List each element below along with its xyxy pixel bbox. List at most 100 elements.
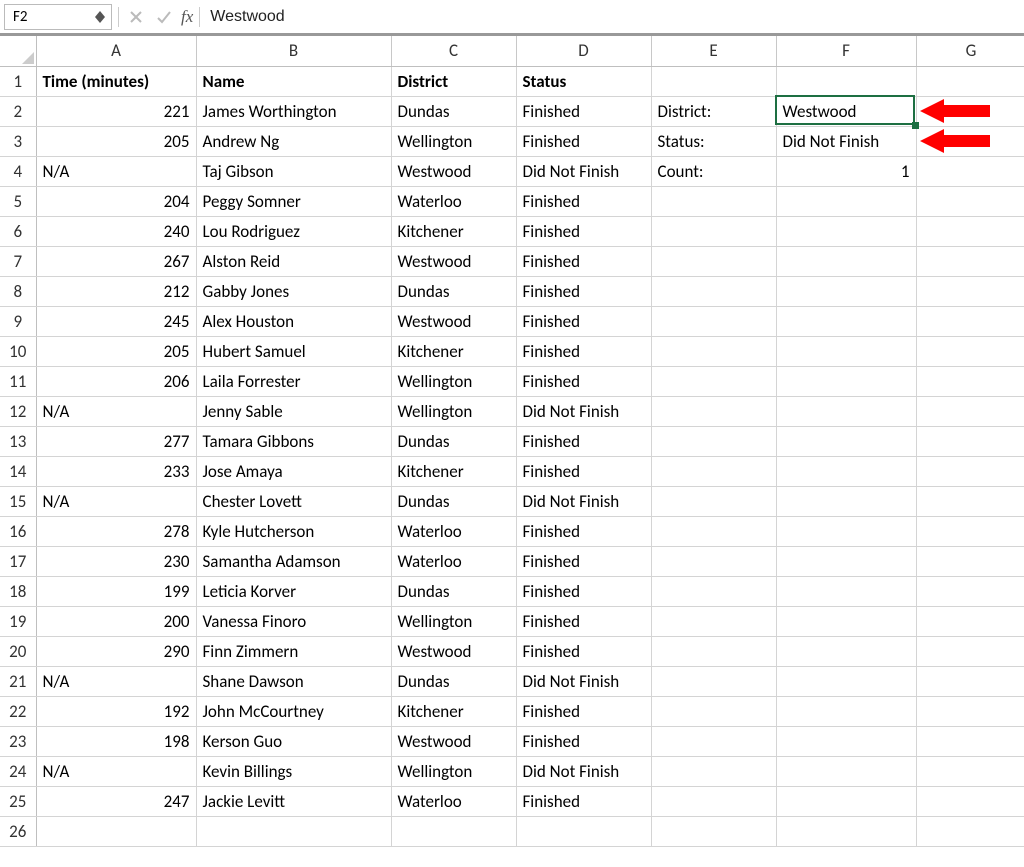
cell-E25[interactable] [651, 786, 776, 816]
cell-G25[interactable] [916, 786, 1024, 816]
cell-F14[interactable] [776, 456, 916, 486]
cell-C17[interactable]: Waterloo [391, 546, 516, 576]
cell-F5[interactable] [776, 186, 916, 216]
cell-E23[interactable] [651, 726, 776, 756]
col-header-E[interactable]: E [651, 36, 776, 66]
cell-E16[interactable] [651, 516, 776, 546]
cell-F8[interactable] [776, 276, 916, 306]
cell-C8[interactable]: Dundas [391, 276, 516, 306]
cell-D7[interactable]: Finished [516, 246, 651, 276]
cell-F3[interactable]: Did Not Finish [776, 126, 916, 156]
cell-C3[interactable]: Wellington [391, 126, 516, 156]
cell-G17[interactable] [916, 546, 1024, 576]
row-header[interactable]: 16 [0, 516, 36, 546]
cell-A13[interactable]: 277 [36, 426, 196, 456]
cell-E17[interactable] [651, 546, 776, 576]
cell-B5[interactable]: Peggy Somner [196, 186, 391, 216]
cell-E21[interactable] [651, 666, 776, 696]
cell-A21[interactable]: N/A [36, 666, 196, 696]
cell-B17[interactable]: Samantha Adamson [196, 546, 391, 576]
cell-A15[interactable]: N/A [36, 486, 196, 516]
cell-B8[interactable]: Gabby Jones [196, 276, 391, 306]
cell-B10[interactable]: Hubert Samuel [196, 336, 391, 366]
cell-G6[interactable] [916, 216, 1024, 246]
cell-B24[interactable]: Kevin Billings [196, 756, 391, 786]
row-header[interactable]: 19 [0, 606, 36, 636]
cell-C16[interactable]: Waterloo [391, 516, 516, 546]
row-header[interactable]: 10 [0, 336, 36, 366]
cell-C22[interactable]: Kitchener [391, 696, 516, 726]
cell-G9[interactable] [916, 306, 1024, 336]
cell-C19[interactable]: Wellington [391, 606, 516, 636]
cell-C9[interactable]: Westwood [391, 306, 516, 336]
name-box-spinner[interactable] [95, 11, 105, 23]
cell-G14[interactable] [916, 456, 1024, 486]
cell-E18[interactable] [651, 576, 776, 606]
cell-D14[interactable]: Finished [516, 456, 651, 486]
cell-A14[interactable]: 233 [36, 456, 196, 486]
cell-E8[interactable] [651, 276, 776, 306]
cell-C5[interactable]: Waterloo [391, 186, 516, 216]
cell-C10[interactable]: Kitchener [391, 336, 516, 366]
cell-D4[interactable]: Did Not Finish [516, 156, 651, 186]
cell-B25[interactable]: Jackie Levitt [196, 786, 391, 816]
cell-F16[interactable] [776, 516, 916, 546]
cell-B3[interactable]: Andrew Ng [196, 126, 391, 156]
cell-F20[interactable] [776, 636, 916, 666]
col-header-B[interactable]: B [196, 36, 391, 66]
cell-E2[interactable]: District: [651, 96, 776, 126]
cell-A1[interactable]: Time (minutes) [36, 66, 196, 96]
cell-A4[interactable]: N/A [36, 156, 196, 186]
cell-G13[interactable] [916, 426, 1024, 456]
cell-F7[interactable] [776, 246, 916, 276]
row-header[interactable]: 17 [0, 546, 36, 576]
cell-F4[interactable]: 1 [776, 156, 916, 186]
cell-D3[interactable]: Finished [516, 126, 651, 156]
cell-E10[interactable] [651, 336, 776, 366]
cell-F26[interactable] [776, 816, 916, 846]
cell-A8[interactable]: 212 [36, 276, 196, 306]
cell-G15[interactable] [916, 486, 1024, 516]
cell-B21[interactable]: Shane Dawson [196, 666, 391, 696]
cell-A26[interactable] [36, 816, 196, 846]
cell-E22[interactable] [651, 696, 776, 726]
cell-F11[interactable] [776, 366, 916, 396]
cell-B15[interactable]: Chester Lovett [196, 486, 391, 516]
cell-D21[interactable]: Did Not Finish [516, 666, 651, 696]
accept-formula-button[interactable] [153, 6, 175, 28]
row-header[interactable]: 22 [0, 696, 36, 726]
cell-C24[interactable]: Wellington [391, 756, 516, 786]
cell-D2[interactable]: Finished [516, 96, 651, 126]
cell-B16[interactable]: Kyle Hutcherson [196, 516, 391, 546]
cell-A16[interactable]: 278 [36, 516, 196, 546]
row-header[interactable]: 4 [0, 156, 36, 186]
cell-A22[interactable]: 192 [36, 696, 196, 726]
cell-C25[interactable]: Waterloo [391, 786, 516, 816]
cell-G7[interactable] [916, 246, 1024, 276]
cell-D9[interactable]: Finished [516, 306, 651, 336]
col-header-A[interactable]: A [36, 36, 196, 66]
cell-D11[interactable]: Finished [516, 366, 651, 396]
cell-F9[interactable] [776, 306, 916, 336]
row-header[interactable]: 15 [0, 486, 36, 516]
cell-C15[interactable]: Dundas [391, 486, 516, 516]
cell-G10[interactable] [916, 336, 1024, 366]
cell-E24[interactable] [651, 756, 776, 786]
row-header[interactable]: 12 [0, 396, 36, 426]
row-header[interactable]: 20 [0, 636, 36, 666]
row-header[interactable]: 21 [0, 666, 36, 696]
cell-D25[interactable]: Finished [516, 786, 651, 816]
row-header[interactable]: 13 [0, 426, 36, 456]
cell-G22[interactable] [916, 696, 1024, 726]
name-box[interactable]: F2 [4, 4, 112, 30]
cell-A3[interactable]: 205 [36, 126, 196, 156]
cell-G18[interactable] [916, 576, 1024, 606]
col-header-C[interactable]: C [391, 36, 516, 66]
row-header[interactable]: 26 [0, 816, 36, 846]
cell-A24[interactable]: N/A [36, 756, 196, 786]
cell-B4[interactable]: Taj Gibson [196, 156, 391, 186]
cell-D20[interactable]: Finished [516, 636, 651, 666]
cell-E20[interactable] [651, 636, 776, 666]
cell-F22[interactable] [776, 696, 916, 726]
row-header[interactable]: 18 [0, 576, 36, 606]
